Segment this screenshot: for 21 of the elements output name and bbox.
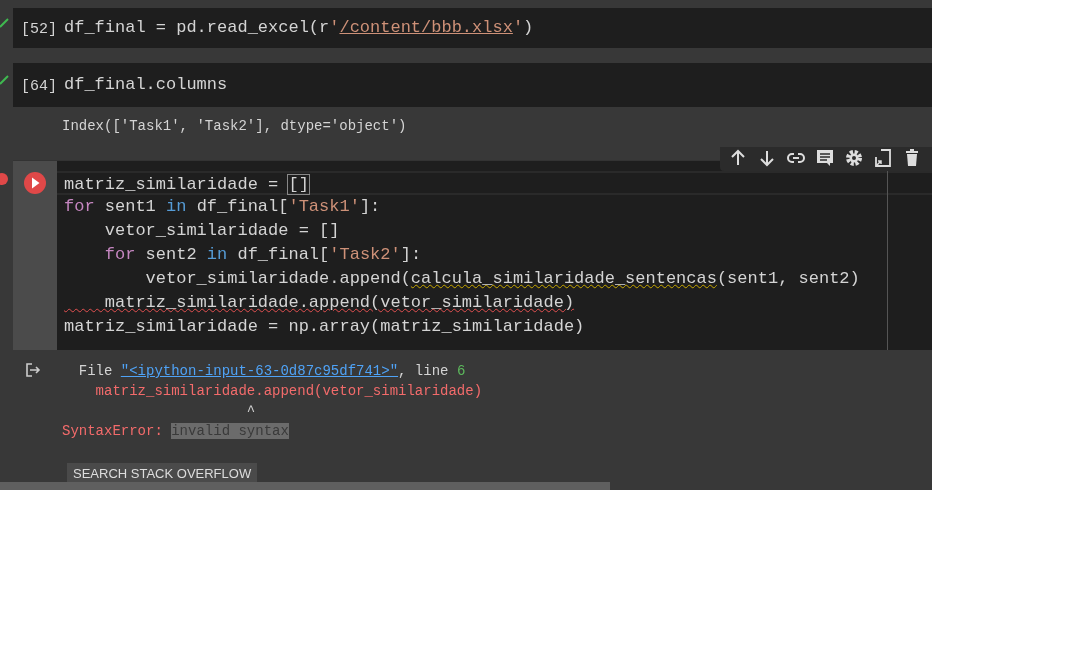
search-stack-overflow-button[interactable]: SEARCH STACK OVERFLOW	[67, 463, 258, 482]
output-line: File "<ipython-input-63-0d87c95df741>", line 6	[77, 362, 467, 381]
output-line: ^	[245, 402, 257, 421]
output-line: Index(['Task1', 'Task2'], dtype='object')	[62, 117, 407, 136]
code-line: for sent2 in df_final['Task2']:	[103, 244, 423, 266]
execution-count: [52]	[21, 20, 57, 40]
output-line: matriz_similaridade.append(vetor_similaridade)	[94, 382, 483, 401]
settings-icon[interactable]	[844, 148, 864, 168]
down-arrow-icon[interactable]	[757, 148, 777, 168]
execution-count: [64]	[21, 77, 57, 97]
output-icon[interactable]	[25, 362, 41, 378]
code-line: for sent1 in df_final['Task1']:	[64, 196, 382, 218]
run-button-icon[interactable]	[23, 171, 47, 195]
code-line: vetor_similaridade.append(calcula_similaridade_sentencas(sent1, sent2)	[144, 268, 861, 290]
code-line: df_final.columns	[64, 74, 229, 96]
code-line: vetor_similaridade = []	[103, 220, 341, 242]
code-line: matriz_similaridade = np.array(matriz_similaridade)	[64, 316, 586, 338]
comment-icon[interactable]	[815, 148, 835, 168]
horizontal-scrollbar[interactable]	[0, 482, 610, 490]
code-line: matriz_similaridade.append(vetor_similaridade)	[103, 292, 576, 314]
code-line: df_final = pd.read_excel(r'/content/bbb.xlsx')	[64, 17, 535, 39]
